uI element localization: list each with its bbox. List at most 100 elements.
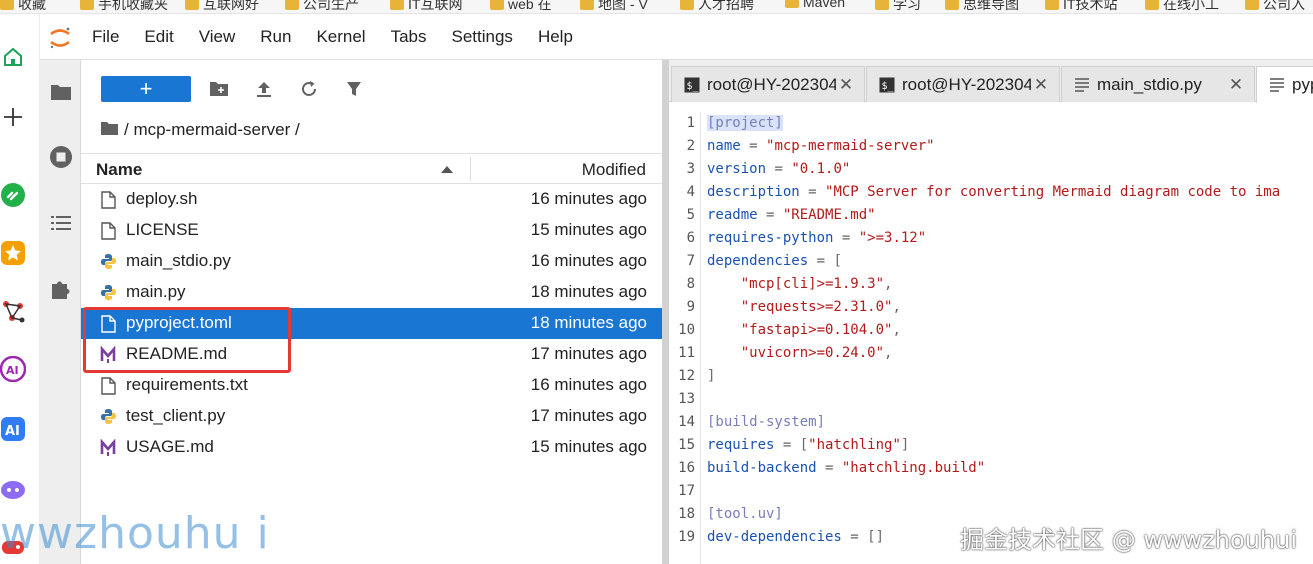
bookmark-item[interactable]: web 在 <box>490 0 552 13</box>
file-modified: 15 minutes ago <box>530 220 647 239</box>
document-tab[interactable]: pyp <box>1256 66 1313 103</box>
bookmark-item[interactable]: 在线小工 <box>1145 0 1219 13</box>
bookmark-item[interactable]: 收藏 <box>0 0 46 13</box>
add-icon[interactable] <box>0 104 26 130</box>
code-token: , <box>892 299 901 315</box>
tab-label: main_stdio.py <box>1097 74 1202 94</box>
bookmark-item[interactable]: IT技术站 <box>1045 0 1117 13</box>
file-row[interactable]: test_client.py 17 minutes ago <box>81 401 662 432</box>
code-token: name <box>707 138 741 154</box>
code-token: = <box>774 437 800 453</box>
file-list: deploy.sh 16 minutes ago LICENSE 15 minutes… <box>81 184 662 463</box>
code-token: "mcp[cli]>=1.9.3" <box>707 276 885 292</box>
file-icon <box>99 314 117 333</box>
menu-file[interactable]: File <box>92 27 119 47</box>
document-tab[interactable]: $_ root@HY-202304 ✕ <box>866 66 1060 102</box>
file-row[interactable]: main_stdio.py 16 minutes ago <box>81 246 662 277</box>
close-icon[interactable]: ✕ <box>1226 75 1246 95</box>
home-icon[interactable] <box>0 44 26 70</box>
code-token: = <box>757 207 783 223</box>
running-sessions-icon[interactable] <box>48 144 73 169</box>
bookmark-item[interactable]: 公司生产 <box>285 0 359 13</box>
folder-icon[interactable] <box>48 79 73 104</box>
bookmark-item[interactable]: 思维导图 <box>945 0 1019 13</box>
bookmark-item[interactable]: 公司入 <box>1245 0 1305 13</box>
menu-tabs[interactable]: Tabs <box>391 27 427 47</box>
code-token: = <box>833 230 859 246</box>
markdown-icon <box>99 438 117 457</box>
home-folder-icon[interactable] <box>101 120 118 140</box>
refresh-icon[interactable] <box>299 79 319 99</box>
code-token: [ <box>799 437 809 453</box>
bookmark-item[interactable]: 互联网好 <box>185 0 259 13</box>
graph-app-icon[interactable] <box>0 298 26 324</box>
line-number: 7 <box>686 253 695 269</box>
bookmark-item[interactable]: 手机收藏夹 <box>80 0 168 13</box>
bookmark-label: 收藏 <box>18 0 46 12</box>
file-row[interactable]: README.md 17 minutes ago <box>81 339 662 370</box>
close-icon[interactable]: ✕ <box>836 75 856 95</box>
code-line: requires-python = ">=3.12" <box>707 227 1313 250</box>
file-row[interactable]: requirements.txt 16 minutes ago <box>81 370 662 401</box>
code-token: "mcp-mermaid-server" <box>766 138 935 154</box>
menu-kernel[interactable]: Kernel <box>316 27 365 47</box>
menu-settings[interactable]: Settings <box>452 27 513 47</box>
file-modified: 17 minutes ago <box>530 406 647 425</box>
document-tab-bar: $_ root@HY-202304 ✕ $_ root@HY-202304 ✕ main_s… <box>669 60 1313 103</box>
code-token: = <box>841 529 868 545</box>
ai-assistant-icon[interactable]: AI <box>0 416 26 442</box>
bookmark-item[interactable]: Maven <box>785 0 845 10</box>
file-list-header: Name Modified <box>81 153 662 184</box>
file-name: pyproject.toml <box>126 313 232 332</box>
file-modified: 17 minutes ago <box>530 344 647 363</box>
new-launcher-button[interactable]: + <box>101 76 191 102</box>
code-token: "requests>=2.31.0" <box>707 299 893 315</box>
link-app-icon[interactable] <box>0 182 26 208</box>
file-row[interactable]: LICENSE 15 minutes ago <box>81 215 662 246</box>
panel-splitter[interactable] <box>662 60 669 564</box>
file-row[interactable]: main.py 18 minutes ago <box>81 277 662 308</box>
sort-ascending-icon[interactable] <box>441 166 453 173</box>
main-editor-area: $_ root@HY-202304 ✕ $_ root@HY-202304 ✕ main_s… <box>669 60 1313 564</box>
extensions-puzzle-icon[interactable] <box>48 276 73 301</box>
file-row[interactable]: USAGE.md 15 minutes ago <box>81 432 662 463</box>
menu-view[interactable]: View <box>199 27 236 47</box>
document-tab[interactable]: $_ root@HY-202304 ✕ <box>671 66 865 102</box>
menu-edit[interactable]: Edit <box>144 27 173 47</box>
document-tab[interactable]: main_stdio.py ✕ <box>1061 66 1255 102</box>
browser-bookmarks-bar: 收藏 手机收藏夹 互联网好 公司生产 IT互联网 web 在 地图 - V 人才招聘 Maven… <box>0 0 1313 14</box>
code-editor[interactable]: 1 2 3 4 5 6 7 8 9 10 11 12 13 14 15 16 17 18 19 [project] n… <box>669 112 1313 564</box>
code-token: "fastapi>=0.104.0" <box>707 322 893 338</box>
bookmark-item[interactable]: IT互联网 <box>390 0 462 13</box>
column-divider[interactable] <box>470 157 471 181</box>
column-name-header[interactable]: Name <box>96 160 142 180</box>
star-app-icon[interactable] <box>0 240 26 266</box>
file-row[interactable]: deploy.sh 16 minutes ago <box>81 184 662 215</box>
line-number: 3 <box>686 161 695 177</box>
file-name: LICENSE <box>126 220 199 239</box>
new-folder-icon[interactable] <box>209 79 229 99</box>
column-modified-header[interactable]: Modified <box>582 160 646 180</box>
upload-icon[interactable] <box>254 79 274 99</box>
code-token: [build-system] <box>707 414 826 430</box>
ai-app-icon[interactable]: AI <box>0 356 26 382</box>
bookmark-item[interactable]: 学习 <box>875 0 921 13</box>
file-icon <box>99 376 117 395</box>
bookmark-item[interactable]: 人才招聘 <box>680 0 754 13</box>
table-of-contents-icon[interactable] <box>48 210 73 235</box>
bookmark-folder-icon <box>185 0 199 10</box>
bookmark-item[interactable]: 地图 - V <box>580 0 648 13</box>
file-row[interactable]: pyproject.toml 18 minutes ago <box>81 308 662 339</box>
breadcrumb-path[interactable]: / mcp-mermaid-server / <box>124 120 300 140</box>
code-line: [build-system] <box>707 411 1313 434</box>
code-token: dev-dependencies <box>707 529 842 545</box>
menu-help[interactable]: Help <box>538 27 573 47</box>
bookmark-label: 互联网好 <box>203 0 259 12</box>
line-number: 14 <box>678 414 695 430</box>
menu-run[interactable]: Run <box>260 27 291 47</box>
chat-bot-icon[interactable] <box>0 476 26 502</box>
code-content[interactable]: [project] name = "mcp-mermaid-server" vers… <box>707 112 1313 549</box>
line-number: 13 <box>678 391 695 407</box>
filter-icon[interactable] <box>344 79 364 99</box>
close-icon[interactable]: ✕ <box>1031 75 1051 95</box>
